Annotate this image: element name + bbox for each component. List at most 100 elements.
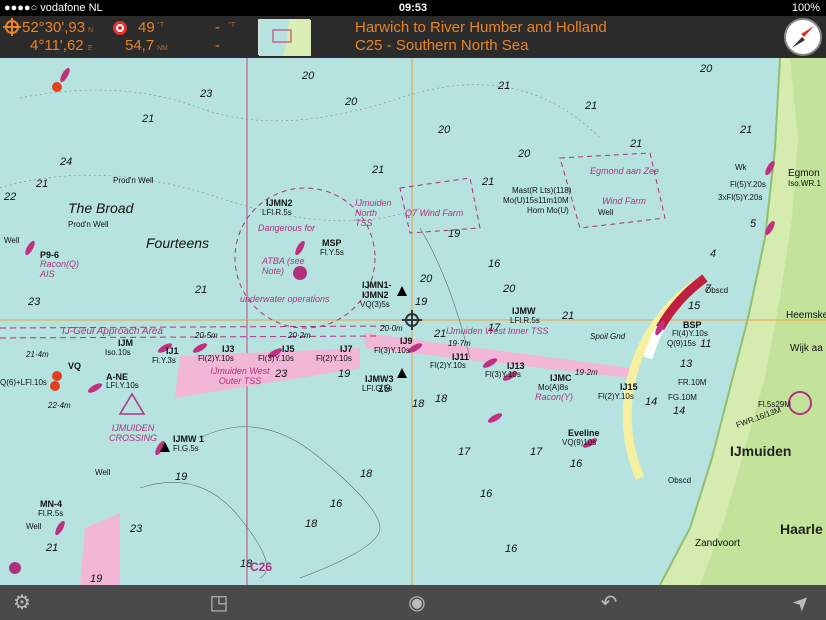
settings-button[interactable]: ⚙ [10,591,34,615]
depth-sounding: 23 [275,368,288,380]
depth-sounding: 17 [458,446,471,458]
label-ij5-light: Fl(3)Y.10s [258,354,294,363]
label-ijmn1-light: VQ(3)5s [360,300,390,309]
depth-sounding: 19 [90,573,103,585]
depth-sounding: 14 [645,396,658,408]
latitude-value: 52°30',93 [22,19,86,36]
label-p9-6-desc: Racon(Q) AIS [40,259,80,279]
label-ijmc: IJMC [550,373,572,383]
depth-sounding: 21 [195,284,208,296]
label-ij3: IJ3 [222,344,235,354]
depth-sounding: 22 [4,191,17,203]
label-horn: Horn Mo(U) [527,206,569,215]
label-ijmn1: IJMN1- [362,280,392,290]
depth-sounding: 21 [630,138,643,150]
depth-sounding: 13 [680,358,693,370]
label-ijm-light: Iso.10s [105,348,131,357]
label-wijk-aan-zee: Wijk aa [790,343,823,354]
depth-sounding: 21 [46,542,59,554]
label-ij9-light: Fl(3)Y.10s [374,346,410,355]
depth-sounding: 18 [305,518,318,530]
location-arrow-icon: ➤ [788,589,816,617]
longitude-value: 4°11',62 [30,37,84,54]
label-mast-light: Mo(U)15s11m10M [503,196,569,205]
label-ij15: IJ15 [620,382,638,392]
depth-sounding: 5 [750,218,757,230]
depth-sounding: 20 [302,70,315,82]
label-depth-22-4: 22·4m [48,401,71,410]
depth-sounding: 18 [435,393,448,405]
depth-sounding: 16 [488,258,501,270]
label-prodn-well: Prod'n Well [68,220,109,229]
globe-icon: ◉ [408,592,426,614]
label-depth-21-4: 21·4m [26,350,49,359]
depth-sounding: 18 [360,468,373,480]
chart-title-line2: C25 - Southern North Sea [355,37,529,54]
cog-unit: °T [228,22,236,29]
label-ijgeul-approach: IJ-Geul Approach Area [62,326,163,337]
longitude-hemisphere: E [88,45,93,52]
depth-sounding: 20 [438,124,451,136]
chart-graphics [0,58,826,585]
label-well: Well [598,208,614,217]
depth-sounding: 20 [700,63,713,75]
compass-button[interactable] [784,18,822,56]
label-ijmw3-light: LFl.G.5s [362,384,393,393]
label-heemskerk: Heemske [786,310,826,321]
label-ijm-west-outer: IJmuiden West Outer TSS [210,366,270,386]
label-ij11-light: Fl(2)Y.10s [430,361,466,370]
label-depth-19-2: 19·2m [575,368,598,377]
depth-sounding: 19 [338,368,351,380]
label-ijmuiden: IJmuiden [730,443,792,459]
depth-sounding: 23 [28,296,41,308]
label-eveline: Eveline [568,428,600,438]
label-3xfl5-20s: 3xFl(5)Y.20s [718,193,763,202]
label-mn4-light: Fl.R.5s [38,509,64,518]
depth-sounding: 21 [498,80,511,92]
label-depth-20-0: 20·0m [380,324,403,333]
label-fg10m: FG.10M [668,393,697,402]
clock: 09:53 [398,2,428,14]
depth-sounding: 21 [36,178,49,190]
label-well: Well [95,468,111,477]
label-fl5-20s: Fl(5)Y.20s [730,180,766,189]
label-ijmc-light: Mo(A)8s [538,383,569,392]
nautical-chart[interactable]: 20 23 21 20 21 20 21 21 20 20 24 21 22 2… [0,58,826,585]
latitude-hemisphere: N [88,27,94,34]
depth-sounding: 19 [415,296,428,308]
label-ijmuiden-crossing: IJMUIDEN CROSSING [108,423,157,443]
cog-value: - [215,19,220,36]
label-ijmc-racon: Racon(Y) [535,392,574,402]
label-ijmw: IJMW [512,306,536,316]
back-arrow-icon: ↶ [600,592,618,614]
label-ij7: IJ7 [340,344,353,354]
label-ij15-light: Fl(2)Y.10s [598,392,634,401]
label-msp: MSP [322,238,342,248]
globe-button[interactable]: ◉ [405,591,429,615]
depth-sounding: 21 [142,113,155,125]
depth-sounding: 15 [688,300,701,312]
label-ij13-light: Fl(3)Y.10s [485,370,521,379]
chart-thumbnail[interactable] [258,19,311,56]
depth-sounding: 19 [175,471,188,483]
depth-sounding: 16 [480,488,493,500]
sog-value: - [215,37,220,54]
distance-unit: NM [157,45,168,52]
label-ij5: IJ5 [282,344,295,354]
label-bsp-light: Fl(4)Y.10s [672,329,708,338]
label-ij9: IJ9 [400,336,413,346]
depth-sounding: 24 [60,156,73,168]
bearing-unit: °T [157,22,165,29]
chart-select-button[interactable]: ◳ [207,591,231,615]
back-button[interactable]: ↶ [597,591,621,615]
depth-sounding: 11 [700,338,712,350]
label-ijm-north: IJmuiden North TSS [355,198,392,228]
label-ijmn2b: IJMN2 [362,290,389,300]
depth-sounding: 20 [518,148,531,160]
label-depth-20-5: 20·5m [195,331,218,340]
label-dangerous: Dangerous for [258,223,316,233]
locate-button[interactable]: ➤ [785,586,819,620]
label-q6: Q(6)+LFl.10s [0,378,47,387]
label-a-ne-light: LFl.Y.10s [106,381,139,390]
position-crosshair-icon [3,18,21,36]
